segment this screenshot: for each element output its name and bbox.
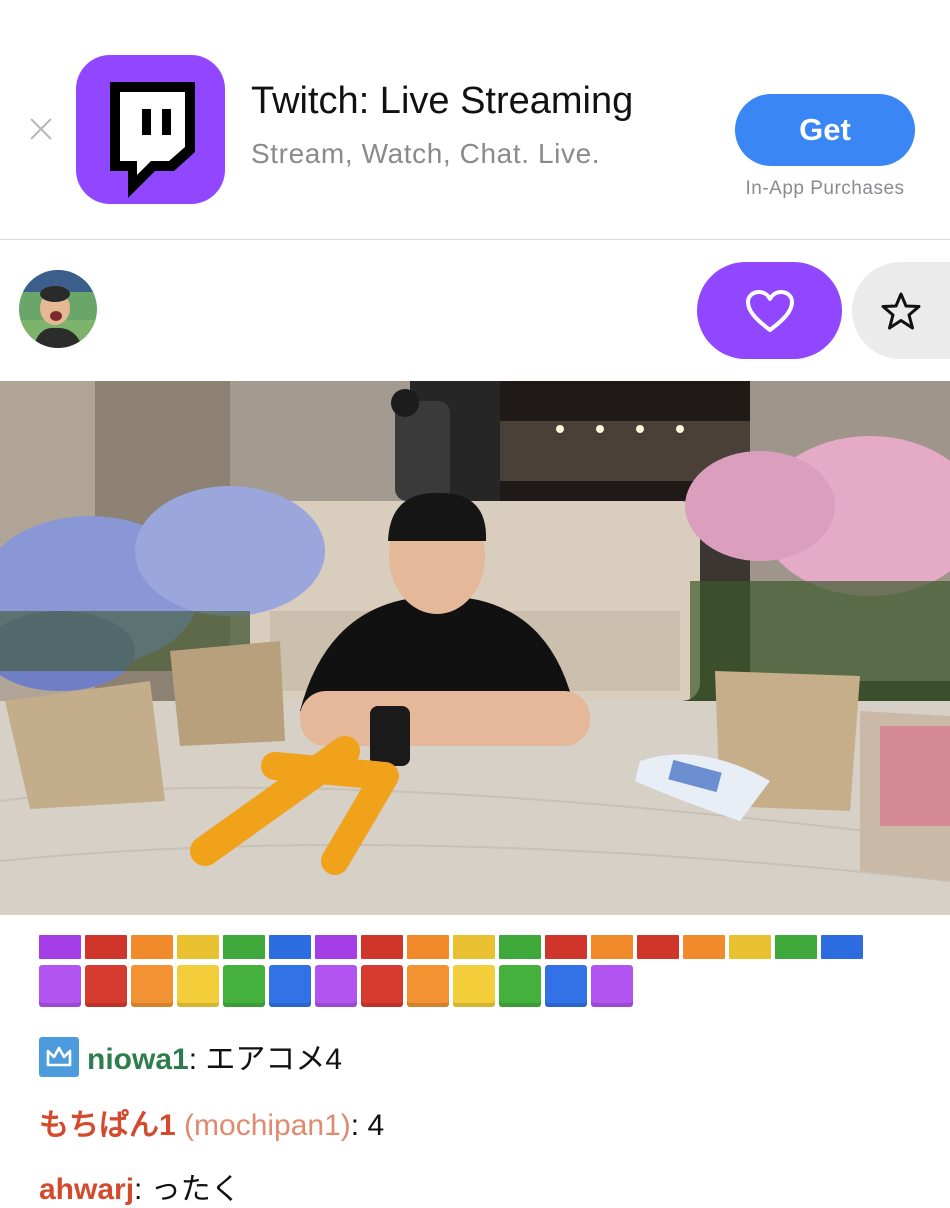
emote-tile bbox=[775, 935, 817, 959]
emote-tile bbox=[85, 965, 127, 1007]
follow-button[interactable] bbox=[697, 262, 842, 359]
close-icon[interactable] bbox=[26, 114, 56, 144]
chat-message: ahwarj: ったく bbox=[39, 1164, 241, 1208]
emote-tile bbox=[39, 965, 81, 1007]
emote-tile bbox=[545, 935, 587, 959]
emote-tile bbox=[223, 935, 265, 959]
chat-message: もちぱん1 (mochipan1): 4 bbox=[39, 1100, 384, 1144]
emote-tile bbox=[453, 935, 495, 959]
star-icon bbox=[881, 292, 921, 329]
chat-username[interactable]: ahwarj bbox=[39, 1173, 134, 1206]
chat-message: niowa1: エアコメ4 bbox=[39, 1034, 342, 1078]
emote-spam bbox=[39, 935, 879, 1013]
get-button[interactable]: Get bbox=[735, 94, 915, 166]
emote-tile bbox=[315, 935, 357, 959]
emote-row bbox=[39, 965, 879, 1007]
emote-tile bbox=[683, 935, 725, 959]
emote-tile bbox=[407, 965, 449, 1007]
emote-tile bbox=[269, 935, 311, 959]
heart-icon bbox=[745, 289, 794, 332]
emote-tile bbox=[269, 965, 311, 1007]
emote-tile bbox=[131, 935, 173, 959]
emote-tile bbox=[177, 935, 219, 959]
emote-tile bbox=[177, 965, 219, 1007]
channel-avatar[interactable] bbox=[19, 270, 97, 348]
favorite-button[interactable] bbox=[852, 262, 950, 359]
app-subtitle: Stream, Watch, Chat. Live. bbox=[251, 138, 601, 169]
chat-text: ったく bbox=[142, 1173, 241, 1206]
emote-tile bbox=[591, 965, 633, 1007]
emote-tile bbox=[223, 965, 265, 1007]
app-store-banner: Twitch: Live Streaming Stream, Watch, Ch… bbox=[0, 0, 950, 240]
twitch-logo-icon[interactable] bbox=[76, 55, 225, 204]
emote-tile bbox=[637, 935, 679, 959]
crown-icon[interactable] bbox=[39, 1037, 79, 1077]
emote-tile bbox=[453, 965, 495, 1007]
emote-tile bbox=[545, 965, 587, 1007]
emote-tile bbox=[39, 935, 81, 959]
emote-tile bbox=[85, 935, 127, 959]
chat-text: エアコメ4 bbox=[197, 1043, 343, 1076]
emote-tile bbox=[361, 935, 403, 959]
emote-tile bbox=[499, 935, 541, 959]
stream-video[interactable] bbox=[0, 381, 950, 915]
emote-tile bbox=[315, 965, 357, 1007]
emote-tile bbox=[499, 965, 541, 1007]
stream-video-frame bbox=[0, 381, 950, 915]
chat-username[interactable]: niowa1 bbox=[87, 1043, 189, 1076]
chat-separator: : bbox=[350, 1109, 360, 1142]
chat-login-name[interactable]: (mochipan1) bbox=[176, 1109, 351, 1142]
emote-tile bbox=[591, 935, 633, 959]
chat-username[interactable]: もちぱん1 bbox=[39, 1109, 176, 1142]
app-title: Twitch: Live Streaming bbox=[251, 80, 634, 122]
emote-tile bbox=[361, 965, 403, 1007]
emote-tile bbox=[729, 935, 771, 959]
emote-tile bbox=[821, 935, 863, 959]
chat-separator: : bbox=[188, 1043, 198, 1076]
emote-row bbox=[39, 935, 879, 959]
chat-text: 4 bbox=[359, 1109, 385, 1142]
emote-tile bbox=[131, 965, 173, 1007]
emote-tile bbox=[407, 935, 449, 959]
in-app-purchases-note: In-App Purchases bbox=[745, 178, 905, 199]
